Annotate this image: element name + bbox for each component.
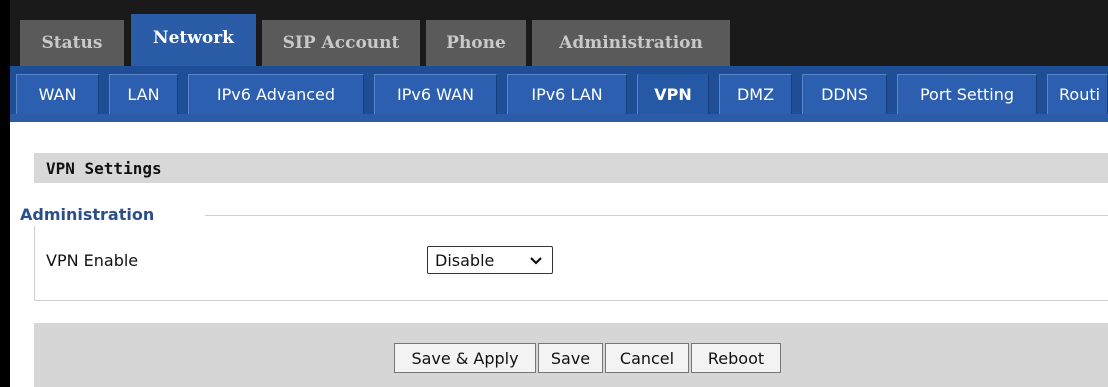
subtab-vpn[interactable]: VPN <box>637 74 709 114</box>
reboot-button[interactable]: Reboot <box>691 343 781 373</box>
page: Status Network SIP Account Phone Adminis… <box>0 0 1108 387</box>
tab-sip-account[interactable]: SIP Account <box>262 20 420 66</box>
tab-phone[interactable]: Phone <box>426 20 526 66</box>
save-apply-button[interactable]: Save & Apply <box>394 343 536 373</box>
chevron-down-icon <box>530 257 542 265</box>
left-border <box>0 0 10 387</box>
fieldset-left-border <box>34 226 35 300</box>
tab-administration[interactable]: Administration <box>532 20 730 66</box>
save-button[interactable]: Save <box>538 343 603 373</box>
tab-status[interactable]: Status <box>20 20 124 66</box>
fieldset-legend: Administration <box>20 205 155 224</box>
vpn-enable-label: VPN Enable <box>46 251 139 270</box>
subtab-ipv6-lan[interactable]: IPv6 LAN <box>507 74 627 114</box>
subtab-ipv6-wan[interactable]: IPv6 WAN <box>374 74 497 114</box>
subtab-ddns[interactable]: DDNS <box>802 74 887 114</box>
subtab-ipv6-advanced[interactable]: IPv6 Advanced <box>188 74 364 114</box>
fieldset-top-border <box>205 215 1108 216</box>
sub-tab-underline <box>10 114 1108 122</box>
sub-tab-bar: WAN LAN IPv6 Advanced IPv6 WAN IPv6 LAN … <box>10 66 1108 122</box>
subtab-lan[interactable]: LAN <box>109 74 178 114</box>
tab-network[interactable]: Network <box>131 14 256 66</box>
vpn-enable-value: Disable <box>435 250 495 270</box>
main-tab-bar: Status Network SIP Account Phone Adminis… <box>10 0 1108 66</box>
subtab-routing[interactable]: Routi <box>1047 74 1108 114</box>
section-title: VPN Settings <box>34 153 1108 183</box>
cancel-button[interactable]: Cancel <box>605 343 689 373</box>
subtab-dmz[interactable]: DMZ <box>719 74 792 114</box>
vpn-enable-select[interactable]: Disable <box>427 246 553 274</box>
subtab-port-setting[interactable]: Port Setting <box>897 74 1037 114</box>
subtab-wan[interactable]: WAN <box>16 74 99 114</box>
fieldset-bottom-border <box>34 300 1108 301</box>
